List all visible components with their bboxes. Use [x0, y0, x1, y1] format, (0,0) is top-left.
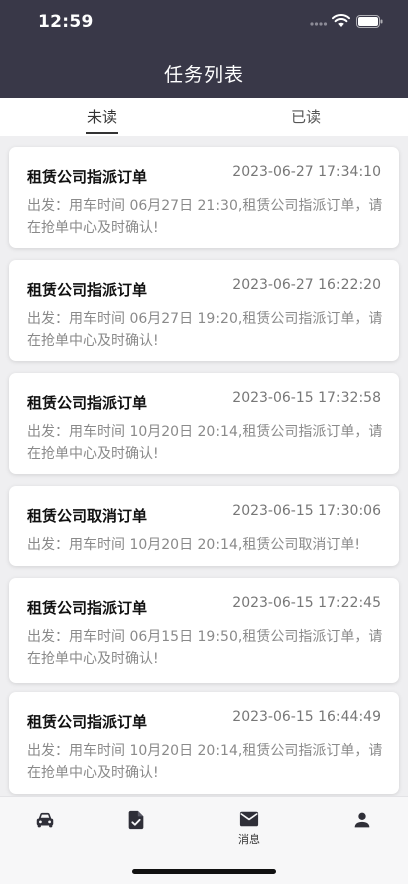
task-time: 2023-06-15 17:22:45	[232, 595, 381, 611]
task-title: 租赁公司指派订单	[27, 599, 148, 617]
task-card[interactable]: 租赁公司指派订单 2023-06-15 16:44:49 出发：用车时间 10月…	[9, 692, 399, 794]
tab-bar-top: 未读 已读	[0, 98, 408, 136]
task-time: 2023-06-15 16:44:49	[232, 709, 381, 725]
task-title: 租赁公司指派订单	[27, 713, 148, 731]
tabbar-item-profile[interactable]	[332, 809, 392, 833]
page-title: 任务列表	[163, 64, 244, 86]
person-icon	[354, 812, 370, 828]
task-body: 出发：用车时间 06月27日 19:20,租赁公司指派订单，请在抢单中心及时确认…	[27, 311, 383, 349]
task-card[interactable]: 租赁公司指派订单 2023-06-27 16:22:20 出发：用车时间 06月…	[9, 260, 399, 361]
home-indicator[interactable]	[132, 869, 276, 874]
task-body: 出发：用车时间 10月20日 20:14,租赁公司指派订单，请在抢单中心及时确认…	[27, 424, 383, 462]
battery-icon	[356, 15, 383, 28]
task-title: 租赁公司指派订单	[27, 394, 148, 412]
task-body: 出发：用车时间 10月20日 20:14,租赁公司指派订单，请在抢单中心及时确认…	[27, 743, 383, 781]
task-card[interactable]: 租赁公司指派订单 2023-06-15 17:32:58 出发：用车时间 10月…	[9, 373, 399, 474]
status-time: 12:59	[38, 12, 94, 32]
task-time: 2023-06-27 17:34:10	[232, 164, 381, 180]
task-card[interactable]: 租赁公司指派订单 2023-06-27 17:34:10 出发：用车时间 06月…	[9, 147, 399, 248]
tabbar-item-orders[interactable]	[106, 809, 166, 833]
task-title: 租赁公司指派订单	[27, 168, 148, 186]
tab-active-indicator	[86, 132, 118, 134]
tabbar-label-messages: 消息	[238, 833, 260, 846]
task-card[interactable]: 租赁公司指派订单 2023-06-15 17:22:45 出发：用车时间 06月…	[9, 578, 399, 683]
header: 12:59 任务列表	[0, 0, 408, 98]
task-time: 2023-06-15 17:30:06	[232, 503, 381, 519]
car-icon	[36, 812, 54, 828]
task-card[interactable]: 租赁公司取消订单 2023-06-15 17:30:06 出发：用车时间 10月…	[9, 486, 399, 566]
bottom-tab-bar: 消息	[0, 796, 408, 884]
task-body: 出发：用车时间 10月20日 20:14,租赁公司取消订单!	[27, 537, 360, 553]
signal-icon	[310, 22, 328, 26]
task-title: 租赁公司取消订单	[27, 507, 148, 525]
tab-read[interactable]: 已读	[246, 98, 366, 136]
tab-unread[interactable]: 未读	[42, 98, 162, 136]
task-time: 2023-06-15 17:32:58	[232, 390, 381, 406]
wifi-icon	[332, 14, 350, 27]
task-time: 2023-06-27 16:22:20	[232, 277, 381, 293]
task-body: 出发：用车时间 06月27日 21:30,租赁公司指派订单，请在抢单中心及时确认…	[27, 198, 383, 236]
task-title: 租赁公司指派订单	[27, 281, 148, 299]
tabbar-item-car[interactable]	[15, 809, 75, 833]
mail-icon	[239, 811, 259, 827]
tabbar-item-messages[interactable]: 消息	[219, 809, 279, 847]
status-bar: 12:59	[0, 0, 408, 46]
document-check-icon	[128, 810, 144, 830]
task-body: 出发：用车时间 06月15日 19:50,租赁公司指派订单，请在抢单中心及时确认…	[27, 629, 383, 667]
